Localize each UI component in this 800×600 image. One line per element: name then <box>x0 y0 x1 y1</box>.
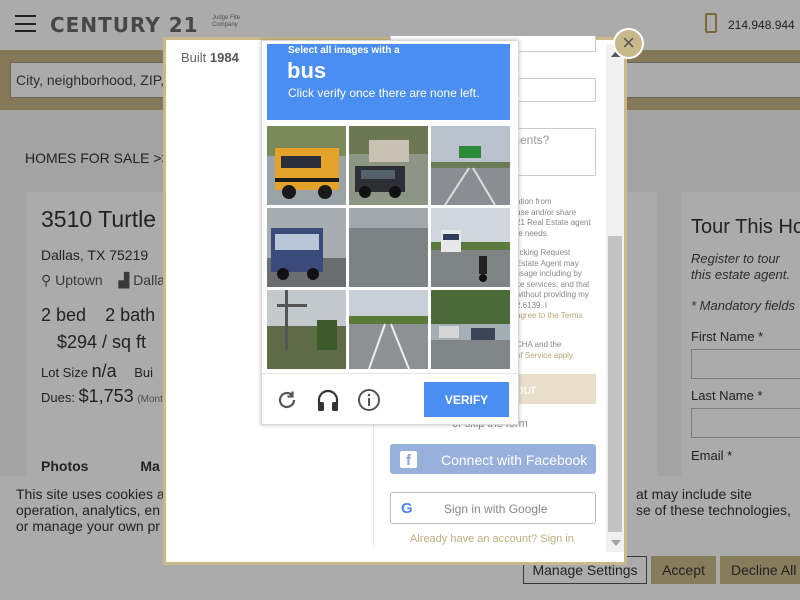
captcha-select-text: Select all images with a <box>288 45 400 56</box>
legal-line: Estate Agent may <box>516 258 579 268</box>
scrollbar-thumb[interactable] <box>608 236 622 532</box>
verify-button[interactable]: VERIFY <box>424 382 509 417</box>
captcha-tile[interactable] <box>431 290 510 369</box>
legal-line: CHA and the <box>516 340 562 349</box>
legal-text-3: CHA and the of Service apply. <box>516 340 575 361</box>
captcha-tile[interactable] <box>267 290 346 369</box>
legal-line: 2.6139. I <box>516 300 548 310</box>
facebook-label: Connect with Facebook <box>441 452 588 468</box>
captcha-tile[interactable] <box>349 290 428 369</box>
close-button[interactable]: × <box>613 28 644 59</box>
reload-icon[interactable] <box>275 388 299 412</box>
captcha-tile[interactable] <box>431 208 510 287</box>
captcha-tile[interactable] <box>431 126 510 205</box>
built-year: Built 1984 <box>181 50 239 65</box>
legal-line: 21 Real Estate agent <box>516 218 591 227</box>
captcha-tile[interactable] <box>349 208 428 287</box>
captcha-tile[interactable] <box>267 126 346 205</box>
captcha-tile[interactable] <box>349 126 428 205</box>
built-label: Built <box>181 50 207 65</box>
info-icon[interactable] <box>357 388 381 412</box>
facebook-icon: f <box>400 451 417 469</box>
legal-line: without providing my <box>516 290 589 299</box>
legal-line: use and/or share <box>516 207 577 217</box>
scroll-down-icon[interactable] <box>611 540 621 546</box>
legal-line: ssage including by <box>516 269 582 278</box>
built-value: 1984 <box>209 50 239 65</box>
captcha-tile[interactable] <box>267 208 346 287</box>
headphones-icon[interactable] <box>316 388 340 412</box>
captcha-divider <box>262 373 518 374</box>
legal-text-1: ation from use and/or share 21 Real Esta… <box>516 197 591 239</box>
captcha-instruction: Click verify once there are none left. <box>288 86 480 100</box>
signin-link[interactable]: Already have an account? Sign in <box>410 533 574 545</box>
legal-line: ation from <box>516 197 552 206</box>
terms-of-service-link[interactable]: of Service apply. <box>516 351 575 362</box>
captcha-target: bus <box>287 58 327 83</box>
terms-link[interactable]: agree to the Terms <box>516 311 589 322</box>
google-label: Sign in with Google <box>444 502 548 516</box>
legal-line: te needs. <box>516 228 549 238</box>
legal-text-2: licking Request Estate Agent may ssage i… <box>516 248 589 322</box>
google-icon: G <box>401 500 413 517</box>
legal-line: ite services, and that <box>516 279 590 289</box>
legal-line: licking Request <box>516 248 571 257</box>
